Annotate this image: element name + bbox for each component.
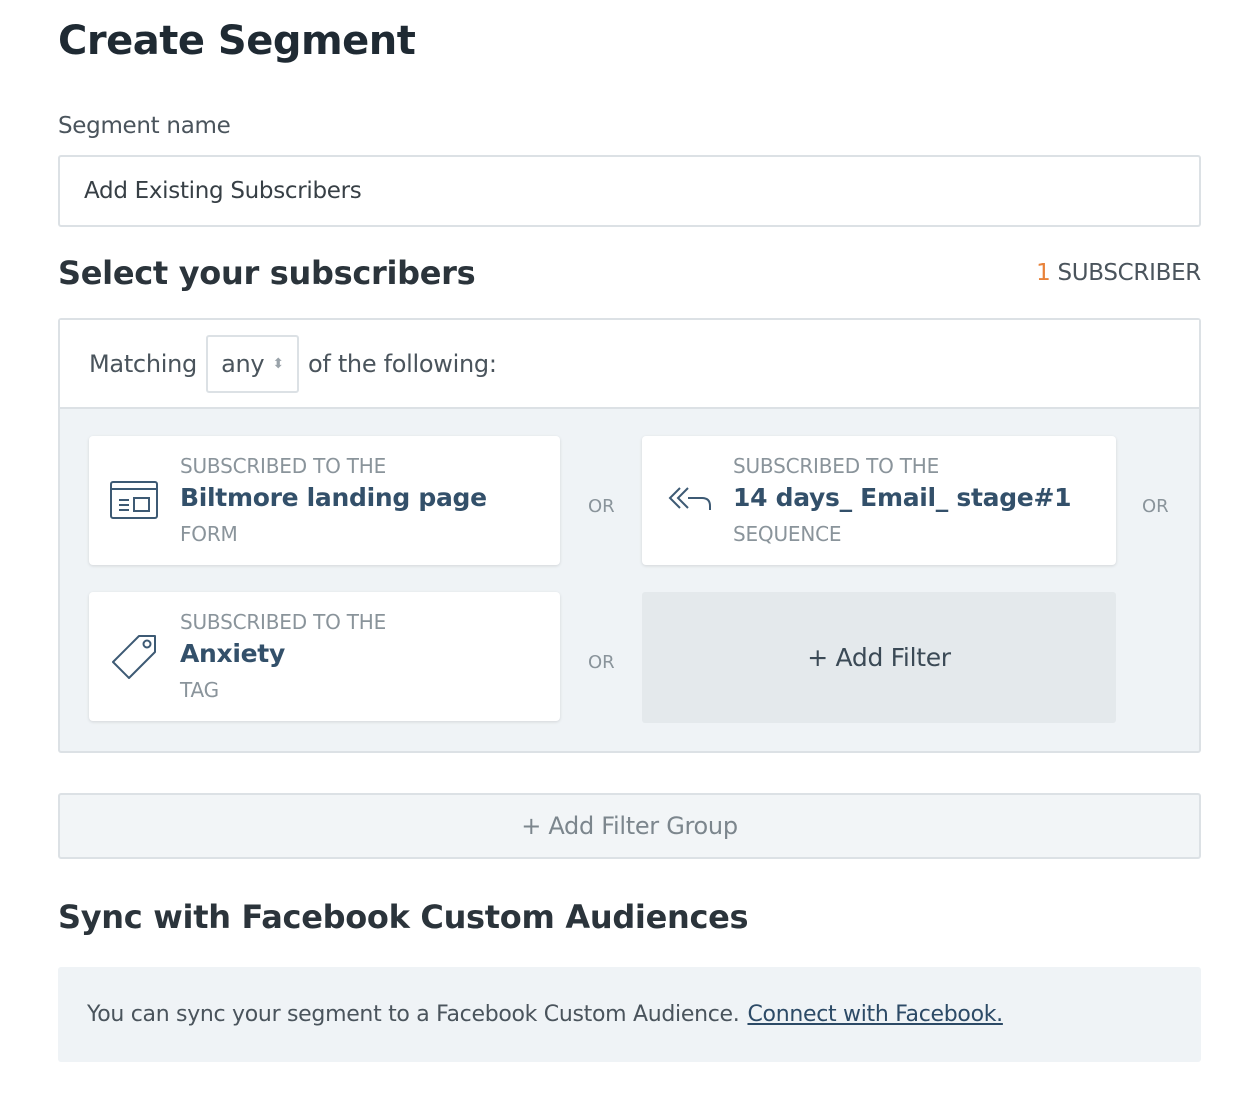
matching-suffix: of the following: [307, 349, 497, 378]
sequence-icon [666, 484, 716, 528]
form-icon [109, 478, 159, 522]
tag-icon [109, 634, 159, 679]
filter-card-sequence[interactable]: SUBSCRIBED TO THE 14 days_ Email_ stage#… [642, 436, 1116, 565]
matching-select-value: any [221, 349, 265, 378]
subscriber-count-label: SUBSCRIBER [1057, 260, 1201, 286]
filter-card-tag[interactable]: SUBSCRIBED TO THE Anxiety TAG [89, 592, 560, 721]
filter-name: Biltmore landing page [180, 483, 487, 512]
matching-select[interactable]: any ⬍ [205, 334, 299, 393]
select-subscribers-title: Select your subscribers [58, 254, 476, 292]
filter-name: 14 days_ Email_ stage#1 [733, 483, 1072, 512]
facebook-sync-title: Sync with Facebook Custom Audiences [58, 898, 749, 936]
filter-kicker: SUBSCRIBED TO THE [733, 454, 940, 478]
select-arrows-icon: ⬍ [272, 355, 284, 372]
or-label: OR [588, 496, 615, 517]
matching-row: Matching any ⬍ of the following: [60, 320, 1199, 409]
filter-name: Anxiety [180, 639, 285, 668]
filter-kicker: SUBSCRIBED TO THE [180, 454, 387, 478]
filter-group: Matching any ⬍ of the following: SUBSCRI… [58, 318, 1201, 753]
filter-kicker: SUBSCRIBED TO THE [180, 610, 387, 634]
subscriber-count-number: 1 [1036, 260, 1051, 286]
segment-name-input[interactable] [58, 155, 1201, 227]
facebook-sync-panel: You can sync your segment to a Facebook … [58, 967, 1201, 1062]
filter-card-form[interactable]: SUBSCRIBED TO THE Biltmore landing page … [89, 436, 560, 565]
segment-name-label: Segment name [58, 113, 231, 139]
subscriber-count: 1 SUBSCRIBER [1036, 260, 1201, 286]
or-label: OR [1142, 496, 1169, 517]
connect-facebook-link[interactable]: Connect with Facebook. [747, 1002, 1003, 1027]
add-filter-button[interactable]: + Add Filter [642, 592, 1116, 723]
filter-kind: SEQUENCE [733, 522, 842, 546]
or-label: OR [588, 652, 615, 673]
matching-prefix: Matching [89, 349, 197, 378]
facebook-sync-text: You can sync your segment to a Facebook … [87, 1002, 740, 1027]
filter-kind: TAG [180, 678, 219, 702]
page-title: Create Segment [58, 18, 416, 64]
filter-kind: FORM [180, 522, 238, 546]
add-filter-group-button[interactable]: + Add Filter Group [58, 793, 1201, 859]
